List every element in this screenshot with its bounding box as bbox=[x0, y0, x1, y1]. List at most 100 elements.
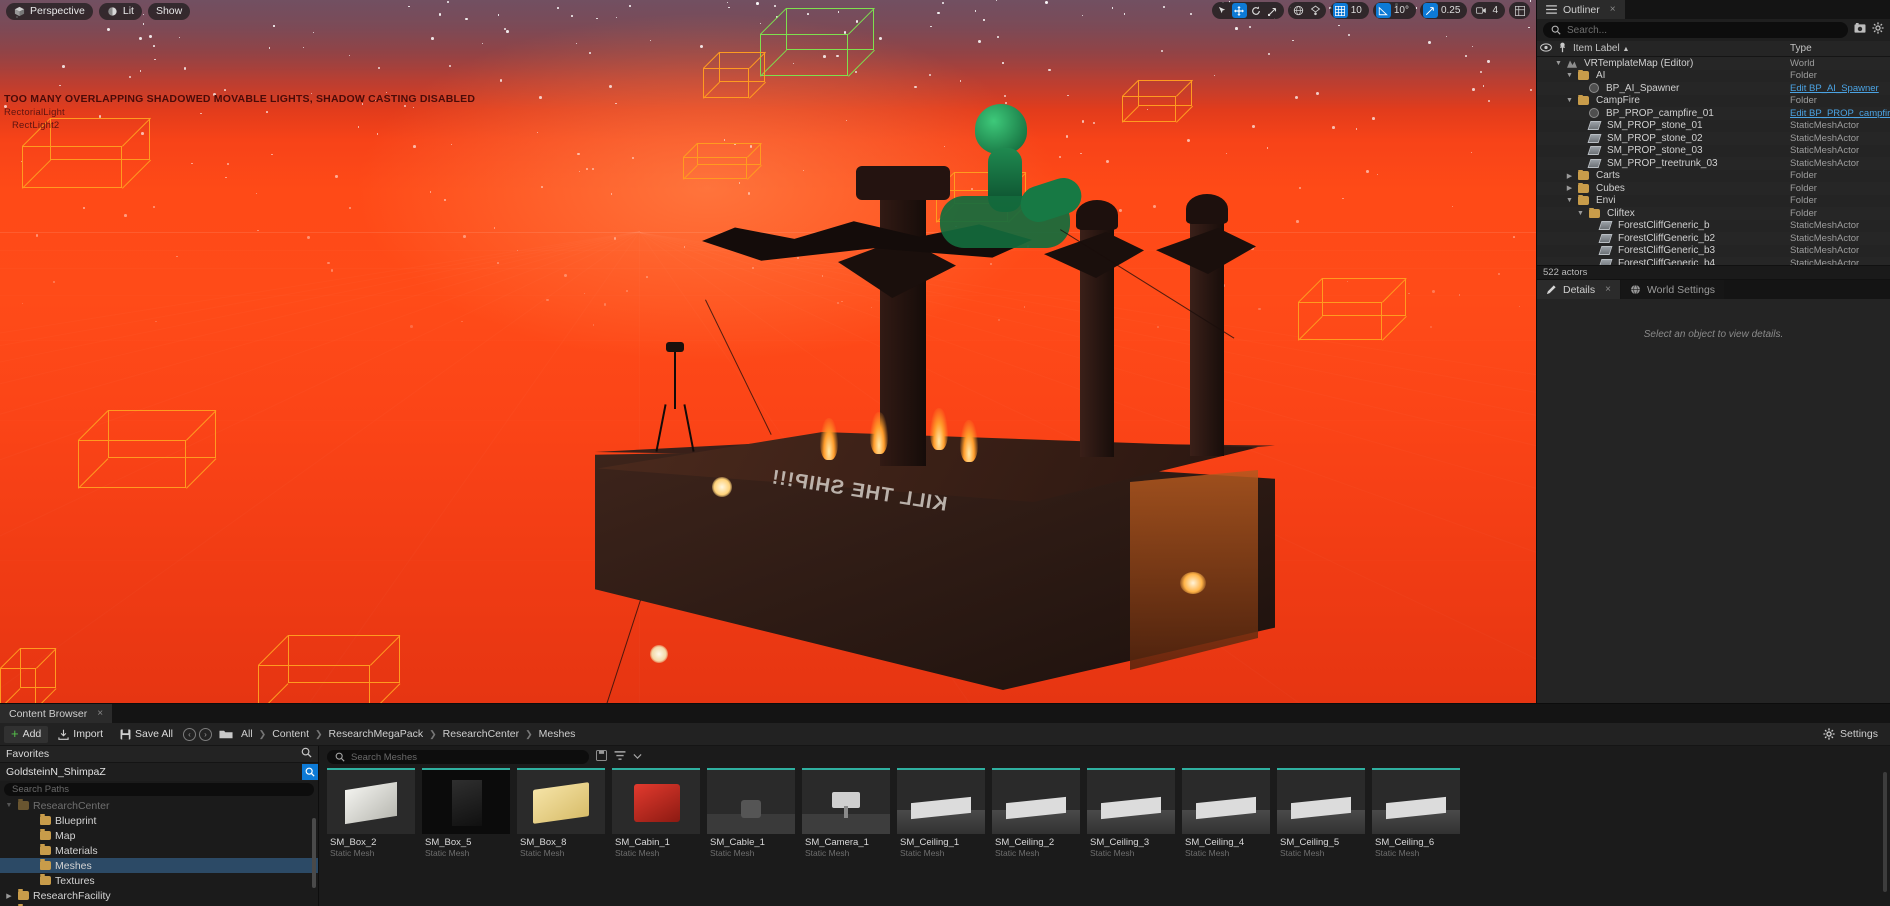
save-outliner-icon[interactable] bbox=[1854, 21, 1866, 39]
content-browser-settings-button[interactable]: Settings bbox=[1823, 728, 1886, 740]
search-paths-input[interactable]: Search Paths bbox=[4, 783, 314, 796]
pin-column-icon[interactable] bbox=[1554, 42, 1570, 56]
outliner-row[interactable]: SM_PROP_stone_03StaticMeshActor bbox=[1537, 145, 1890, 158]
asset-tile[interactable]: SM_Ceiling_1Static Mesh bbox=[897, 768, 985, 858]
outliner-row[interactable]: ▼CliftexFolder bbox=[1537, 207, 1890, 220]
select-tool-icon[interactable] bbox=[1215, 3, 1230, 18]
camera-icon[interactable] bbox=[1474, 3, 1489, 18]
camera-speed-value[interactable]: 4 bbox=[1491, 5, 1502, 16]
move-tool-icon[interactable] bbox=[1232, 3, 1247, 18]
nav-back-button[interactable]: ‹ bbox=[183, 728, 196, 741]
world-space-icon[interactable] bbox=[1291, 3, 1306, 18]
asset-tile[interactable]: SM_Ceiling_3Static Mesh bbox=[1087, 768, 1175, 858]
filter-dropdown-icon[interactable] bbox=[633, 752, 642, 763]
viewport-perspective-button[interactable]: Perspective bbox=[6, 3, 93, 20]
outliner-row[interactable]: BP_AI_SpawnerEdit BP_AI_Spawner bbox=[1537, 82, 1890, 95]
path-tree-item[interactable]: Blueprint bbox=[0, 813, 318, 828]
scale-snap-group[interactable]: 0.25 bbox=[1420, 2, 1467, 19]
tab-details-close-icon[interactable]: × bbox=[1605, 284, 1611, 295]
breadcrumb-item[interactable]: All bbox=[236, 728, 258, 740]
save-all-button[interactable]: Save All bbox=[113, 726, 180, 743]
grid-snap-value[interactable]: 10 bbox=[1350, 5, 1366, 16]
breadcrumb-item[interactable]: Meshes bbox=[534, 728, 581, 740]
path-tree[interactable]: ▼ResearchCenterBlueprintMapMaterialsMesh… bbox=[0, 798, 318, 906]
import-button[interactable]: Import bbox=[51, 726, 110, 743]
path-tree-item[interactable]: ▼ResearchCenter bbox=[0, 798, 318, 813]
surface-snap-icon[interactable] bbox=[1308, 3, 1323, 18]
tab-content-browser-close-icon[interactable]: × bbox=[97, 708, 103, 719]
asset-thumbnail[interactable] bbox=[422, 768, 510, 834]
collapse-arrow-icon[interactable]: ▶ bbox=[1565, 172, 1574, 180]
level-viewport[interactable]: KILL THE SHIP!!! Perspective Lit Show bbox=[0, 0, 1536, 703]
path-tree-item[interactable]: Meshes bbox=[0, 858, 318, 873]
asset-thumbnail[interactable] bbox=[707, 768, 795, 834]
outliner-row[interactable]: SM_PROP_stone_01StaticMeshActor bbox=[1537, 120, 1890, 133]
scale-snap-toggle-icon[interactable] bbox=[1423, 3, 1438, 18]
outliner-row[interactable]: ForestCliffGeneric_b3StaticMeshActor bbox=[1537, 245, 1890, 258]
outliner-row[interactable]: ▼CampFireFolder bbox=[1537, 95, 1890, 108]
asset-tile-grid[interactable]: SM_Box_2Static MeshSM_Box_5Static MeshSM… bbox=[319, 768, 1890, 858]
breadcrumb-item[interactable]: ResearchMegaPack bbox=[324, 728, 429, 740]
asset-grid-scrollbar[interactable] bbox=[1883, 772, 1887, 892]
outliner-search-input[interactable]: Search... bbox=[1543, 22, 1848, 38]
asset-thumbnail[interactable] bbox=[327, 768, 415, 834]
breadcrumb-item[interactable]: ResearchCenter bbox=[438, 728, 524, 740]
path-tree-item[interactable]: Textures bbox=[0, 873, 318, 888]
path-tree-item[interactable]: Map bbox=[0, 828, 318, 843]
project-root-row[interactable]: GoldsteinN_ShimpaZ bbox=[0, 763, 318, 781]
asset-thumbnail[interactable] bbox=[517, 768, 605, 834]
outliner-row[interactable]: ForestCliffGeneric_b4StaticMeshActor bbox=[1537, 257, 1890, 265]
asset-thumbnail[interactable] bbox=[992, 768, 1080, 834]
outliner-settings-icon[interactable] bbox=[1872, 21, 1884, 39]
outliner-row-edit-link[interactable]: Edit BP_AI_Spawner bbox=[1790, 83, 1890, 94]
asset-tile[interactable]: SM_Cable_1Static Mesh bbox=[707, 768, 795, 858]
asset-thumbnail[interactable] bbox=[612, 768, 700, 834]
asset-tile[interactable]: SM_Ceiling_4Static Mesh bbox=[1182, 768, 1270, 858]
outliner-row[interactable]: ForestCliffGeneric_bStaticMeshActor bbox=[1537, 220, 1890, 233]
filter-icon[interactable] bbox=[614, 751, 626, 764]
outliner-tree[interactable]: ▼VRTemplateMap (Editor)World▼AIFolderBP_… bbox=[1537, 57, 1890, 265]
maximize-group[interactable] bbox=[1509, 2, 1530, 19]
expand-arrow-icon[interactable]: ▼ bbox=[1565, 197, 1574, 204]
angle-snap-value[interactable]: 10° bbox=[1393, 5, 1413, 16]
path-tree-item[interactable]: Materials bbox=[0, 843, 318, 858]
outliner-row[interactable]: SM_PROP_stone_02StaticMeshActor bbox=[1537, 132, 1890, 145]
asset-thumbnail[interactable] bbox=[1087, 768, 1175, 834]
coordinate-tool-group[interactable] bbox=[1288, 2, 1326, 19]
outliner-row[interactable]: ForestCliffGeneric_b2StaticMeshActor bbox=[1537, 232, 1890, 245]
expand-arrow-icon[interactable]: ▼ bbox=[1565, 97, 1574, 104]
outliner-row[interactable]: ▼EnviFolder bbox=[1537, 195, 1890, 208]
expand-arrow-icon[interactable]: ▼ bbox=[1565, 72, 1574, 79]
outliner-row[interactable]: ▶CubesFolder bbox=[1537, 182, 1890, 195]
collapse-arrow-icon[interactable]: ▶ bbox=[4, 892, 14, 900]
scale-snap-value[interactable]: 0.25 bbox=[1440, 5, 1464, 16]
grid-snap-group[interactable]: 10 bbox=[1330, 2, 1369, 19]
favorites-header[interactable]: Favorites bbox=[0, 746, 318, 763]
asset-search-input[interactable]: Search Meshes bbox=[327, 750, 589, 764]
tab-content-browser[interactable]: Content Browser × bbox=[0, 704, 113, 723]
asset-tile[interactable]: SM_Box_8Static Mesh bbox=[517, 768, 605, 858]
type-column[interactable]: Type bbox=[1790, 43, 1890, 54]
asset-tile[interactable]: SM_Box_2Static Mesh bbox=[327, 768, 415, 858]
save-search-icon[interactable] bbox=[596, 750, 607, 764]
viewport-toolbar-right[interactable]: 10 10° 0.25 4 bbox=[1212, 2, 1530, 19]
tab-outliner[interactable]: Outliner × bbox=[1537, 0, 1626, 19]
path-tree-scrollbar[interactable] bbox=[312, 818, 316, 888]
asset-thumbnail[interactable] bbox=[897, 768, 985, 834]
asset-tile[interactable]: SM_Cabin_1Static Mesh bbox=[612, 768, 700, 858]
breadcrumb[interactable]: All❯Content❯ResearchMegaPack❯ResearchCen… bbox=[236, 728, 580, 740]
tab-outliner-close-icon[interactable]: × bbox=[1610, 4, 1616, 15]
maximize-viewport-icon[interactable] bbox=[1512, 3, 1527, 18]
viewport-viewmode-button[interactable]: Lit bbox=[99, 3, 142, 20]
add-button[interactable]: + Add bbox=[4, 726, 48, 743]
angle-snap-group[interactable]: 10° bbox=[1373, 2, 1416, 19]
asset-thumbnail[interactable] bbox=[1277, 768, 1365, 834]
expand-arrow-icon[interactable]: ▼ bbox=[4, 802, 14, 809]
outliner-row-edit-link[interactable]: Edit BP_PROP_campfire_01 bbox=[1790, 108, 1890, 119]
camera-speed-group[interactable]: 4 bbox=[1471, 2, 1505, 19]
tab-details[interactable]: Details × bbox=[1537, 280, 1621, 299]
asset-tile[interactable]: SM_Ceiling_5Static Mesh bbox=[1277, 768, 1365, 858]
outliner-row[interactable]: SM_PROP_treetrunk_03StaticMeshActor bbox=[1537, 157, 1890, 170]
asset-tile[interactable]: SM_Ceiling_2Static Mesh bbox=[992, 768, 1080, 858]
item-label-column[interactable]: Item Label ▲ bbox=[1570, 43, 1790, 54]
